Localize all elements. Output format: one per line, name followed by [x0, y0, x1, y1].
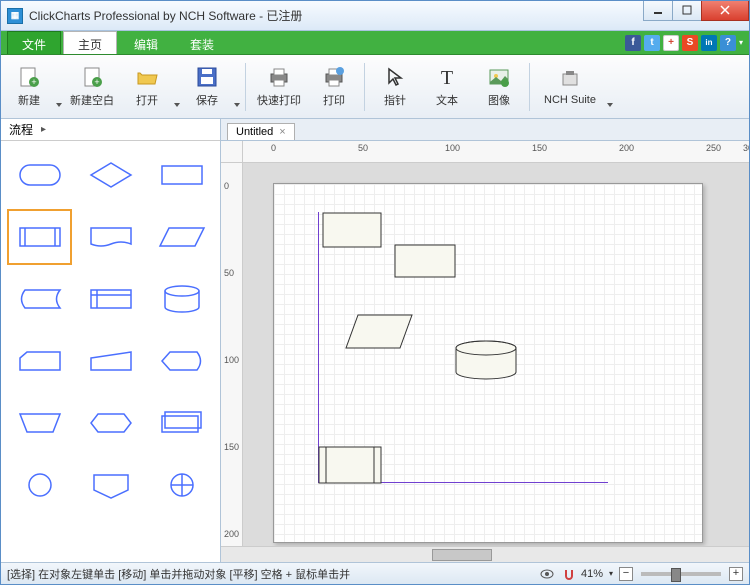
open-dropdown[interactable]	[173, 59, 181, 115]
shape-storeddata[interactable]	[7, 271, 72, 327]
ruler-vertical: 050100150200	[221, 163, 243, 546]
print-button[interactable]: 打印	[308, 58, 360, 116]
shape-manualinput[interactable]	[78, 333, 143, 389]
canvas-shape-data[interactable]	[344, 314, 414, 350]
zoom-in-button[interactable]: +	[729, 567, 743, 581]
menu-bar: 文件 主页 编辑 套装 f t + S in ? ▾	[1, 31, 749, 55]
shape-connector[interactable]	[7, 457, 72, 513]
shape-data[interactable]	[149, 209, 214, 265]
image-button[interactable]: 图像	[473, 58, 525, 116]
canvas-shape-process2[interactable]	[394, 244, 456, 278]
horizontal-scrollbar[interactable]	[221, 546, 749, 562]
pointer-icon	[383, 65, 407, 89]
text-button[interactable]: T文本	[421, 58, 473, 116]
close-tab-icon[interactable]: ×	[279, 126, 285, 138]
linkedin-icon[interactable]: in	[701, 35, 717, 51]
minimize-button[interactable]	[643, 1, 673, 21]
doc-tab-untitled[interactable]: Untitled×	[227, 123, 295, 140]
nchsuite-button[interactable]: NCH Suite	[534, 58, 606, 116]
image-icon	[487, 65, 511, 89]
status-text: [选择] 在对象左键单击 [移动] 单击并拖动对象 [平移] 空格 + 鼠标单击…	[7, 566, 350, 582]
window-title: ClickCharts Professional by NCH Software…	[29, 7, 644, 24]
print-icon	[322, 65, 346, 89]
shape-preparation[interactable]	[78, 395, 143, 451]
help-dropdown[interactable]: ▾	[739, 38, 743, 47]
shape-database[interactable]	[149, 271, 214, 327]
ruler-corner	[221, 141, 243, 163]
app-icon: ▦	[7, 8, 23, 24]
shape-internalstorage[interactable]	[78, 271, 143, 327]
canvas-shape-process[interactable]	[322, 212, 382, 248]
menu-file[interactable]: 文件	[7, 31, 61, 54]
zoom-out-button[interactable]: −	[619, 567, 633, 581]
new-button[interactable]: +新建	[3, 58, 55, 116]
maximize-button[interactable]	[672, 1, 702, 21]
svg-text:T: T	[441, 67, 453, 89]
pointer-button[interactable]: 指针	[369, 58, 421, 116]
document-tabs: Untitled×	[221, 119, 749, 141]
shape-terminator[interactable]	[7, 147, 72, 203]
quickprint-button[interactable]: 快速打印	[250, 58, 308, 116]
social-buttons: f t + S in ? ▾	[625, 31, 749, 54]
zoom-slider[interactable]	[641, 572, 721, 576]
shape-or[interactable]	[149, 457, 214, 513]
shape-document[interactable]	[78, 209, 143, 265]
shape-process[interactable]	[149, 147, 214, 203]
save-button[interactable]: 保存	[181, 58, 233, 116]
sidebar-category-header[interactable]: 流程	[1, 119, 220, 141]
new-icon: +	[17, 65, 41, 89]
shape-decision[interactable]	[78, 147, 143, 203]
new-dropdown[interactable]	[55, 59, 63, 115]
save-dropdown[interactable]	[233, 59, 241, 115]
folder-open-icon	[135, 65, 159, 89]
canvas-shape-database[interactable]	[454, 339, 518, 381]
save-icon	[195, 65, 219, 89]
facebook-icon[interactable]: f	[625, 35, 641, 51]
help-icon[interactable]: ?	[720, 35, 736, 51]
shapes-sidebar: 流程	[1, 119, 221, 562]
ruler-horizontal: 05010015020025030	[243, 141, 749, 163]
shape-manualop[interactable]	[7, 395, 72, 451]
guideline-vertical	[318, 212, 319, 482]
svg-text:+: +	[94, 77, 99, 87]
google-icon[interactable]: +	[663, 35, 679, 51]
ribbon-toolbar: +新建 +新建空白 打开 保存 快速打印 打印 指针 T文本 图像 NCH Su…	[1, 55, 749, 119]
shape-multidoc[interactable]	[149, 395, 214, 451]
newblank-icon: +	[80, 65, 104, 89]
newblank-button[interactable]: +新建空白	[63, 58, 121, 116]
twitter-icon[interactable]: t	[644, 35, 660, 51]
page[interactable]	[273, 183, 703, 543]
app-window: ▦ ClickCharts Professional by NCH Softwa…	[0, 0, 750, 585]
magnet-icon[interactable]	[561, 566, 577, 582]
zoom-dropdown[interactable]: ▾	[609, 569, 613, 578]
menu-edit[interactable]: 编辑	[119, 31, 173, 54]
shape-display[interactable]	[149, 333, 214, 389]
canvas-shape-predefined[interactable]	[318, 446, 382, 484]
svg-text:+: +	[31, 77, 36, 87]
menu-home[interactable]: 主页	[63, 31, 117, 54]
canvas-area: Untitled× 05010015020025030 050100150200	[221, 119, 749, 562]
shapes-palette	[1, 141, 220, 562]
shape-card[interactable]	[7, 333, 72, 389]
status-bar: [选择] 在对象左键单击 [移动] 单击并拖动对象 [平移] 空格 + 鼠标单击…	[1, 562, 749, 584]
canvas-viewport[interactable]	[243, 163, 749, 546]
shape-offpage[interactable]	[78, 457, 143, 513]
open-button[interactable]: 打开	[121, 58, 173, 116]
nchsuite-dropdown[interactable]	[606, 59, 614, 115]
close-button[interactable]	[701, 1, 749, 21]
zoom-value: 41%	[581, 568, 603, 580]
eye-icon[interactable]	[539, 566, 555, 582]
menu-suite[interactable]: 套装	[175, 31, 229, 54]
nchsuite-icon	[558, 67, 582, 91]
shape-predefined[interactable]	[7, 209, 72, 265]
quickprint-icon	[267, 65, 291, 89]
stumble-icon[interactable]: S	[682, 35, 698, 51]
title-bar: ▦ ClickCharts Professional by NCH Softwa…	[1, 1, 749, 31]
text-icon: T	[435, 65, 459, 89]
